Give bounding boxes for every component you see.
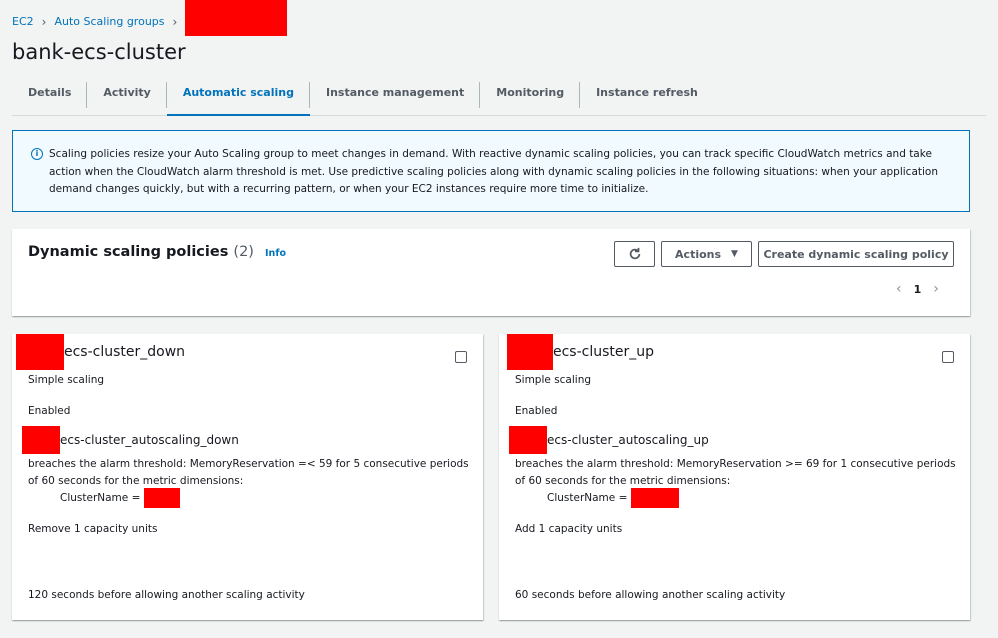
info-text: Scaling policies resize your Auto Scalin… (49, 148, 938, 195)
breadcrumb: EC2 › Auto Scaling groups › (12, 0, 288, 36)
alarm-name-text: ecs-cluster_autoscaling_up (547, 433, 709, 447)
metric-dimension: ClusterName = (547, 488, 680, 508)
scaling-action: Add 1 capacity units (515, 523, 623, 535)
policy-type: Simple scaling (28, 374, 105, 386)
breadcrumb-asg-link[interactable]: Auto Scaling groups (54, 15, 164, 28)
dynamic-scaling-policies-panel: Dynamic scaling policies (2) Info Action… (12, 229, 970, 316)
policy-card: ecs-cluster_down Simple scaling Enabled … (12, 334, 483, 620)
actions-dropdown-button[interactable]: Actions ▼ (661, 241, 752, 267)
tab-label: Instance management (325, 86, 465, 99)
tab-label: Automatic scaling (182, 86, 294, 99)
policy-status: Enabled (28, 405, 71, 417)
tab-instance-refresh[interactable]: Instance refresh (580, 78, 714, 116)
redacted-breadcrumb (185, 0, 288, 36)
redacted-alarm-prefix (22, 426, 60, 454)
policy-card: ecs-cluster_up Simple scaling Enabled ec… (499, 334, 970, 620)
redacted-cluster-name (631, 488, 680, 508)
tab-details[interactable]: Details (12, 78, 88, 116)
tab-instance-management[interactable]: Instance management (310, 78, 481, 116)
chevron-right-icon[interactable]: › (933, 281, 939, 297)
policies-title: Dynamic scaling policies (28, 244, 229, 260)
cooldown: 120 seconds before allowing another scal… (28, 589, 305, 601)
chevron-right-icon: › (172, 14, 178, 29)
breadcrumb-ec2-link[interactable]: EC2 (12, 15, 34, 28)
chevron-right-icon: › (41, 14, 47, 29)
tab-label: Monitoring (496, 86, 565, 99)
dimension-label: ClusterName = (60, 492, 141, 504)
redacted-alarm-prefix (509, 426, 547, 454)
tab-monitoring[interactable]: Monitoring (480, 78, 581, 116)
refresh-button[interactable] (614, 241, 655, 267)
alarm-name-text: ecs-cluster_autoscaling_down (60, 433, 239, 447)
create-dynamic-scaling-policy-button[interactable]: Create dynamic scaling policy (758, 241, 954, 267)
info-alert: i Scaling policies resize your Auto Scal… (12, 130, 970, 212)
policy-type: Simple scaling (515, 374, 592, 386)
tab-label: Details (28, 86, 72, 99)
policy-name[interactable]: ecs-cluster_up (503, 334, 654, 370)
tab-activity[interactable]: Activity (87, 78, 167, 116)
page-number[interactable]: 1 (914, 283, 922, 296)
caret-down-icon: ▼ (731, 249, 738, 259)
redacted-cluster-name (144, 488, 181, 508)
policies-count: (2) (233, 244, 254, 260)
policy-name-text: ecs-cluster_down (64, 344, 186, 360)
page-title: bank-ecs-cluster (12, 40, 186, 64)
policy-checkbox[interactable] (455, 351, 467, 363)
policy-status: Enabled (515, 405, 558, 417)
pagination: ‹ 1 › (896, 281, 939, 297)
tab-bar: Details Activity Automatic scaling Insta… (12, 78, 986, 116)
alarm-name: ecs-cluster_autoscaling_down (22, 426, 239, 454)
refresh-icon (629, 247, 640, 260)
tab-label: Activity (103, 86, 151, 99)
dimension-label: ClusterName = (547, 492, 628, 504)
chevron-left-icon[interactable]: ‹ (896, 281, 902, 297)
policy-checkbox[interactable] (942, 351, 954, 363)
tab-automatic-scaling[interactable]: Automatic scaling (166, 78, 310, 116)
info-link[interactable]: Info (265, 248, 286, 259)
breach-description: breaches the alarm threshold: MemoryRese… (515, 458, 956, 487)
scaling-action: Remove 1 capacity units (28, 523, 158, 535)
metric-dimension: ClusterName = (60, 488, 181, 508)
cooldown: 60 seconds before allowing another scali… (515, 589, 786, 601)
info-icon: i (31, 148, 43, 160)
policy-name[interactable]: ecs-cluster_down (16, 334, 185, 370)
tab-label: Instance refresh (596, 86, 698, 99)
redacted-name-prefix (16, 334, 64, 370)
policy-name-text: ecs-cluster_up (553, 344, 655, 360)
actions-label: Actions (675, 247, 722, 261)
redacted-name-prefix (507, 334, 553, 370)
alarm-name: ecs-cluster_autoscaling_up (509, 426, 709, 454)
breach-description: breaches the alarm threshold: MemoryRese… (28, 458, 469, 487)
policies-heading: Dynamic scaling policies (2) Info (28, 244, 286, 260)
